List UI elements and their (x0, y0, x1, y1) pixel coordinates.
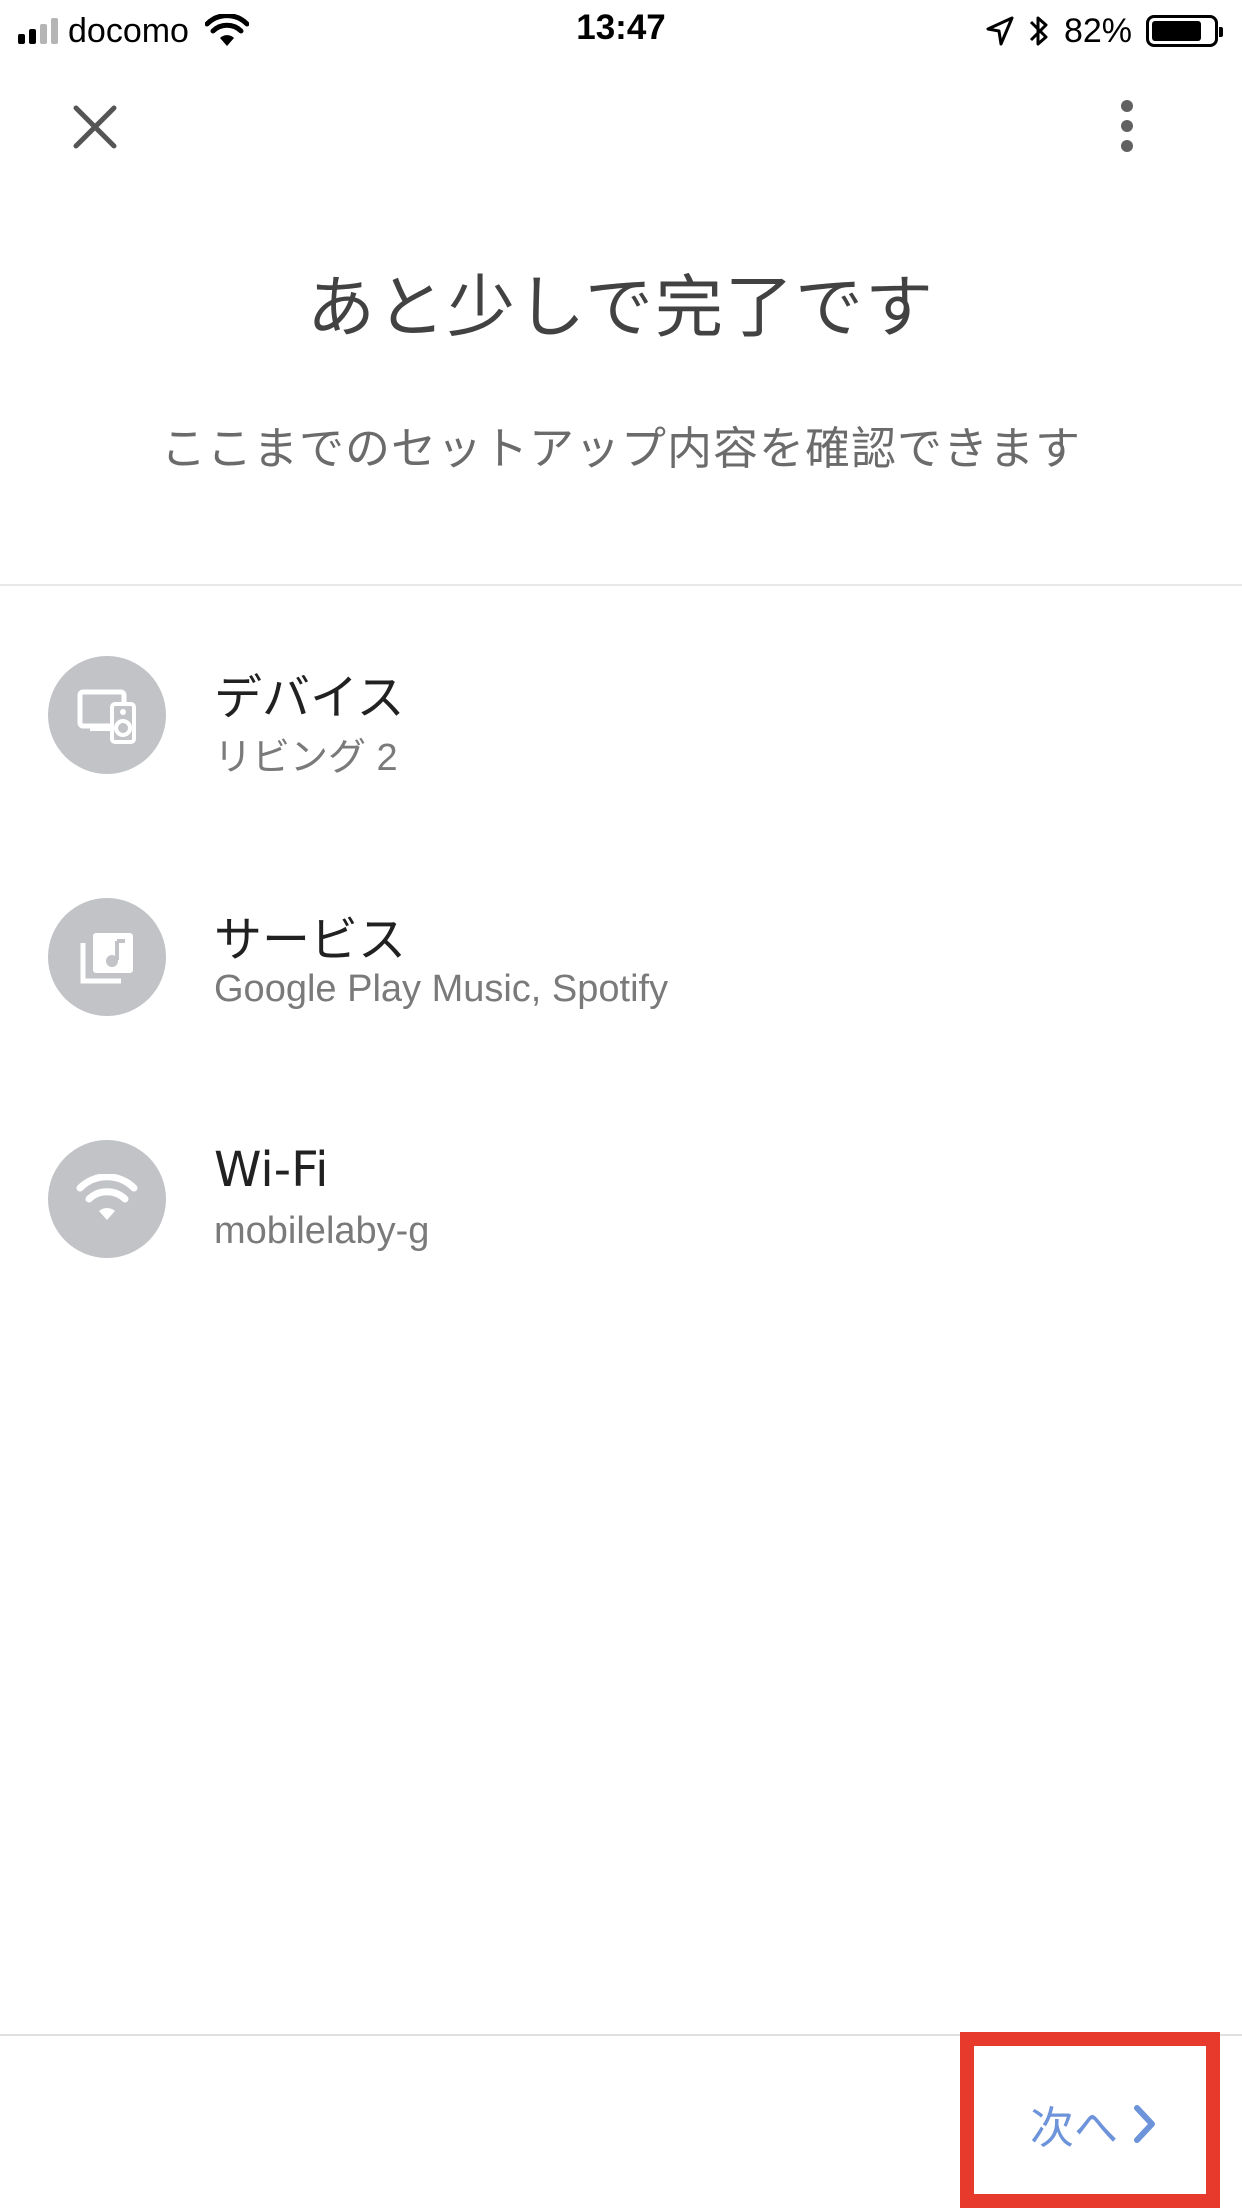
summary-item-device: デバイス リビング 2 (0, 628, 1242, 828)
summary-item-label: デバイス (214, 670, 405, 726)
chevron-right-icon (1134, 2105, 1155, 2143)
battery-percentage: 82% (1063, 11, 1132, 50)
battery-fill (1152, 21, 1202, 41)
wifi-icon (48, 1140, 166, 1258)
more-vert-icon (1121, 100, 1133, 152)
battery-icon (1146, 15, 1223, 47)
summary-item-service: サービス Google Play Music, Spotify (0, 870, 1242, 1070)
close-button[interactable] (60, 92, 130, 162)
summary-item-wifi: Wi-Fi mobilelaby-g (0, 1112, 1242, 1312)
next-button[interactable]: 次へ (984, 2054, 1204, 2194)
status-bar: docomo 13:47 82% (0, 0, 1242, 60)
summary-item-value: mobilelaby-g (214, 1210, 430, 1252)
divider (0, 584, 1242, 586)
more-options-button[interactable] (1092, 88, 1162, 164)
page-subtitle: ここまでのセットアップ内容を確認できます (160, 422, 1081, 475)
page-title: あと少しで完了です (307, 269, 935, 348)
summary-item-value: Google Play Music, Spotify (214, 968, 669, 1010)
summary-item-label: Wi-Fi (214, 1142, 329, 1198)
device-speaker-icon (48, 656, 166, 774)
summary-item-value: リビング 2 (214, 737, 398, 779)
summary-item-label: サービス (214, 912, 407, 968)
status-bar-right: 82% (986, 8, 1223, 54)
music-library-icon (48, 898, 166, 1016)
next-button-label: 次へ (1030, 2103, 1118, 2154)
location-arrow-icon (986, 16, 1014, 46)
close-icon (73, 105, 117, 149)
bluetooth-icon (1029, 16, 1048, 46)
